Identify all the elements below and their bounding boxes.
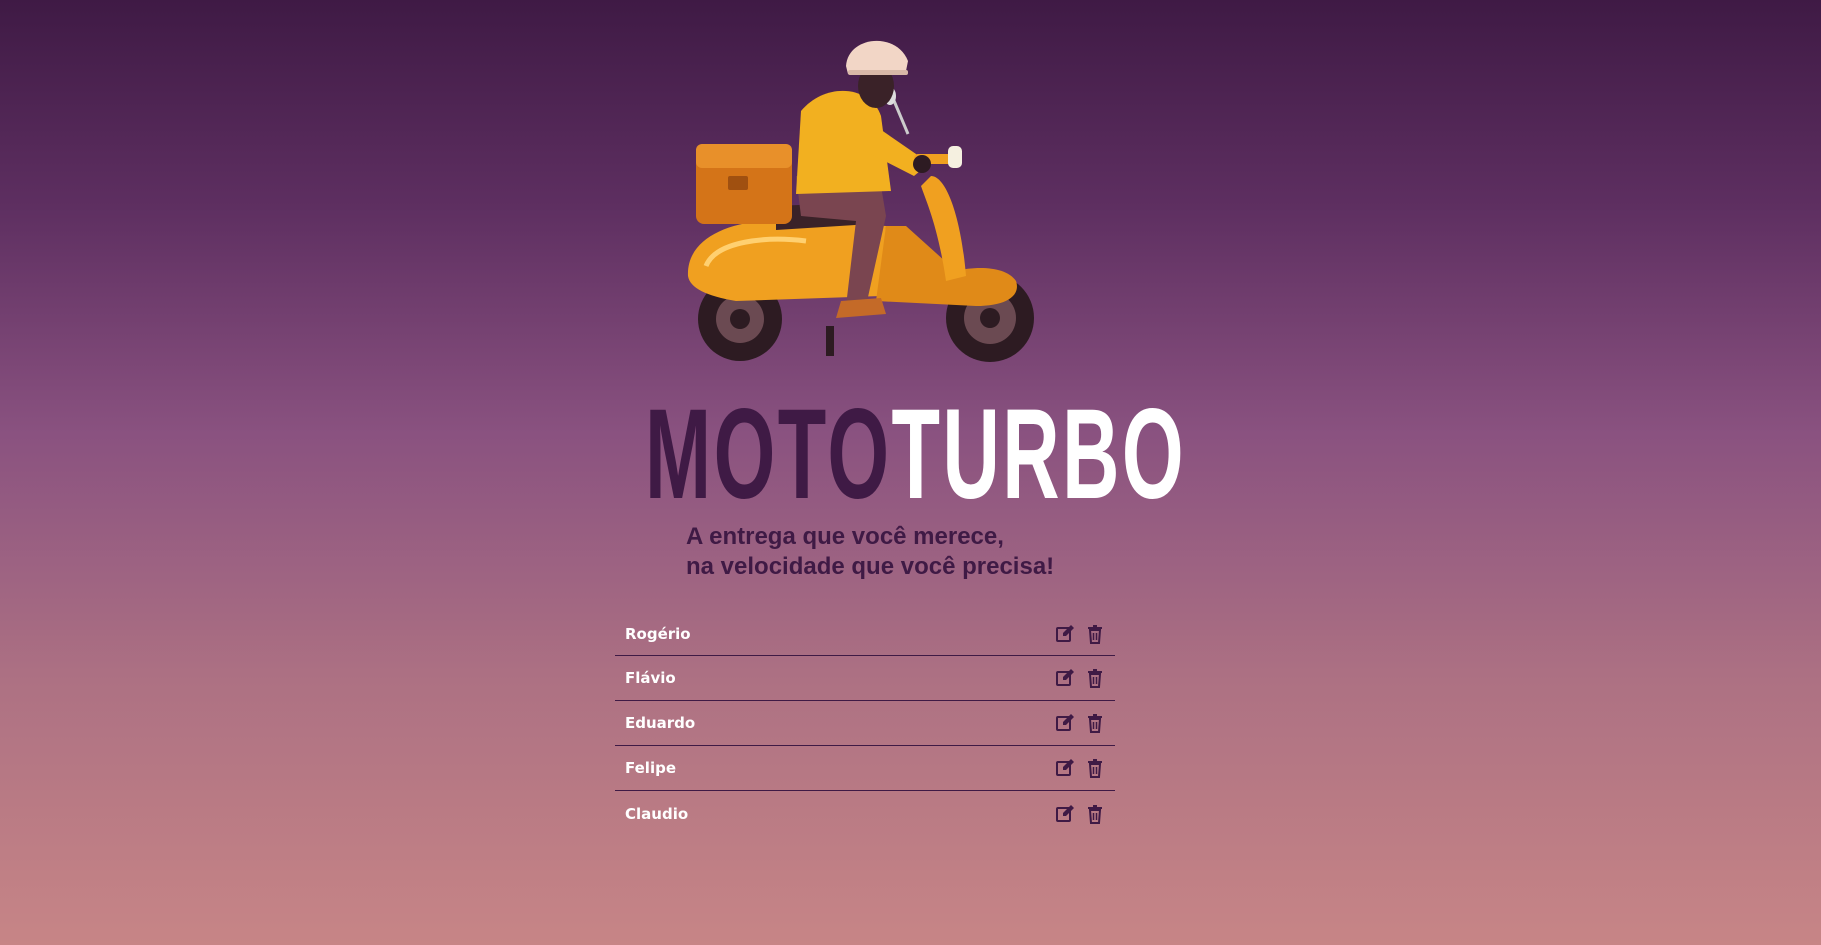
courier-name: Claudio bbox=[625, 804, 689, 823]
trash-icon[interactable] bbox=[1085, 758, 1105, 778]
courier-name: Eduardo bbox=[625, 714, 696, 732]
tagline-line2: na velocidade que você precisa! bbox=[686, 553, 1055, 580]
hero-scooter-illustration bbox=[676, 26, 1038, 366]
list-item: Claudio bbox=[615, 791, 1115, 836]
list-item: Flávio bbox=[615, 656, 1115, 701]
trash-icon[interactable] bbox=[1085, 624, 1105, 644]
list-item: Felipe bbox=[615, 746, 1115, 791]
brand-logo-part2: TURBO bbox=[891, 383, 1187, 526]
edit-icon[interactable] bbox=[1055, 624, 1075, 644]
row-actions bbox=[1055, 668, 1105, 688]
edit-icon[interactable] bbox=[1055, 758, 1075, 778]
row-actions bbox=[1055, 624, 1105, 644]
tagline-line1: A entrega que você merece, bbox=[686, 523, 1004, 550]
courier-name: Felipe bbox=[625, 759, 677, 777]
row-actions bbox=[1055, 804, 1105, 824]
row-actions bbox=[1055, 713, 1105, 733]
courier-list: Rogério Flávio Eduardo Felipe Claudio bbox=[615, 612, 1115, 836]
edit-icon[interactable] bbox=[1055, 804, 1075, 824]
brand-logo: MOTOTURBO bbox=[645, 391, 1184, 519]
tagline: A entrega que você merece, na velocidade… bbox=[686, 522, 1054, 582]
trash-icon[interactable] bbox=[1085, 804, 1105, 824]
edit-icon[interactable] bbox=[1055, 668, 1075, 688]
row-actions bbox=[1055, 758, 1105, 778]
trash-icon[interactable] bbox=[1085, 668, 1105, 688]
list-item: Eduardo bbox=[615, 701, 1115, 746]
edit-icon[interactable] bbox=[1055, 713, 1075, 733]
courier-name: Flávio bbox=[625, 669, 676, 687]
brand-logo-part1: MOTO bbox=[645, 383, 892, 526]
list-item: Rogério bbox=[615, 612, 1115, 656]
trash-icon[interactable] bbox=[1085, 713, 1105, 733]
courier-name: Rogério bbox=[625, 624, 691, 643]
